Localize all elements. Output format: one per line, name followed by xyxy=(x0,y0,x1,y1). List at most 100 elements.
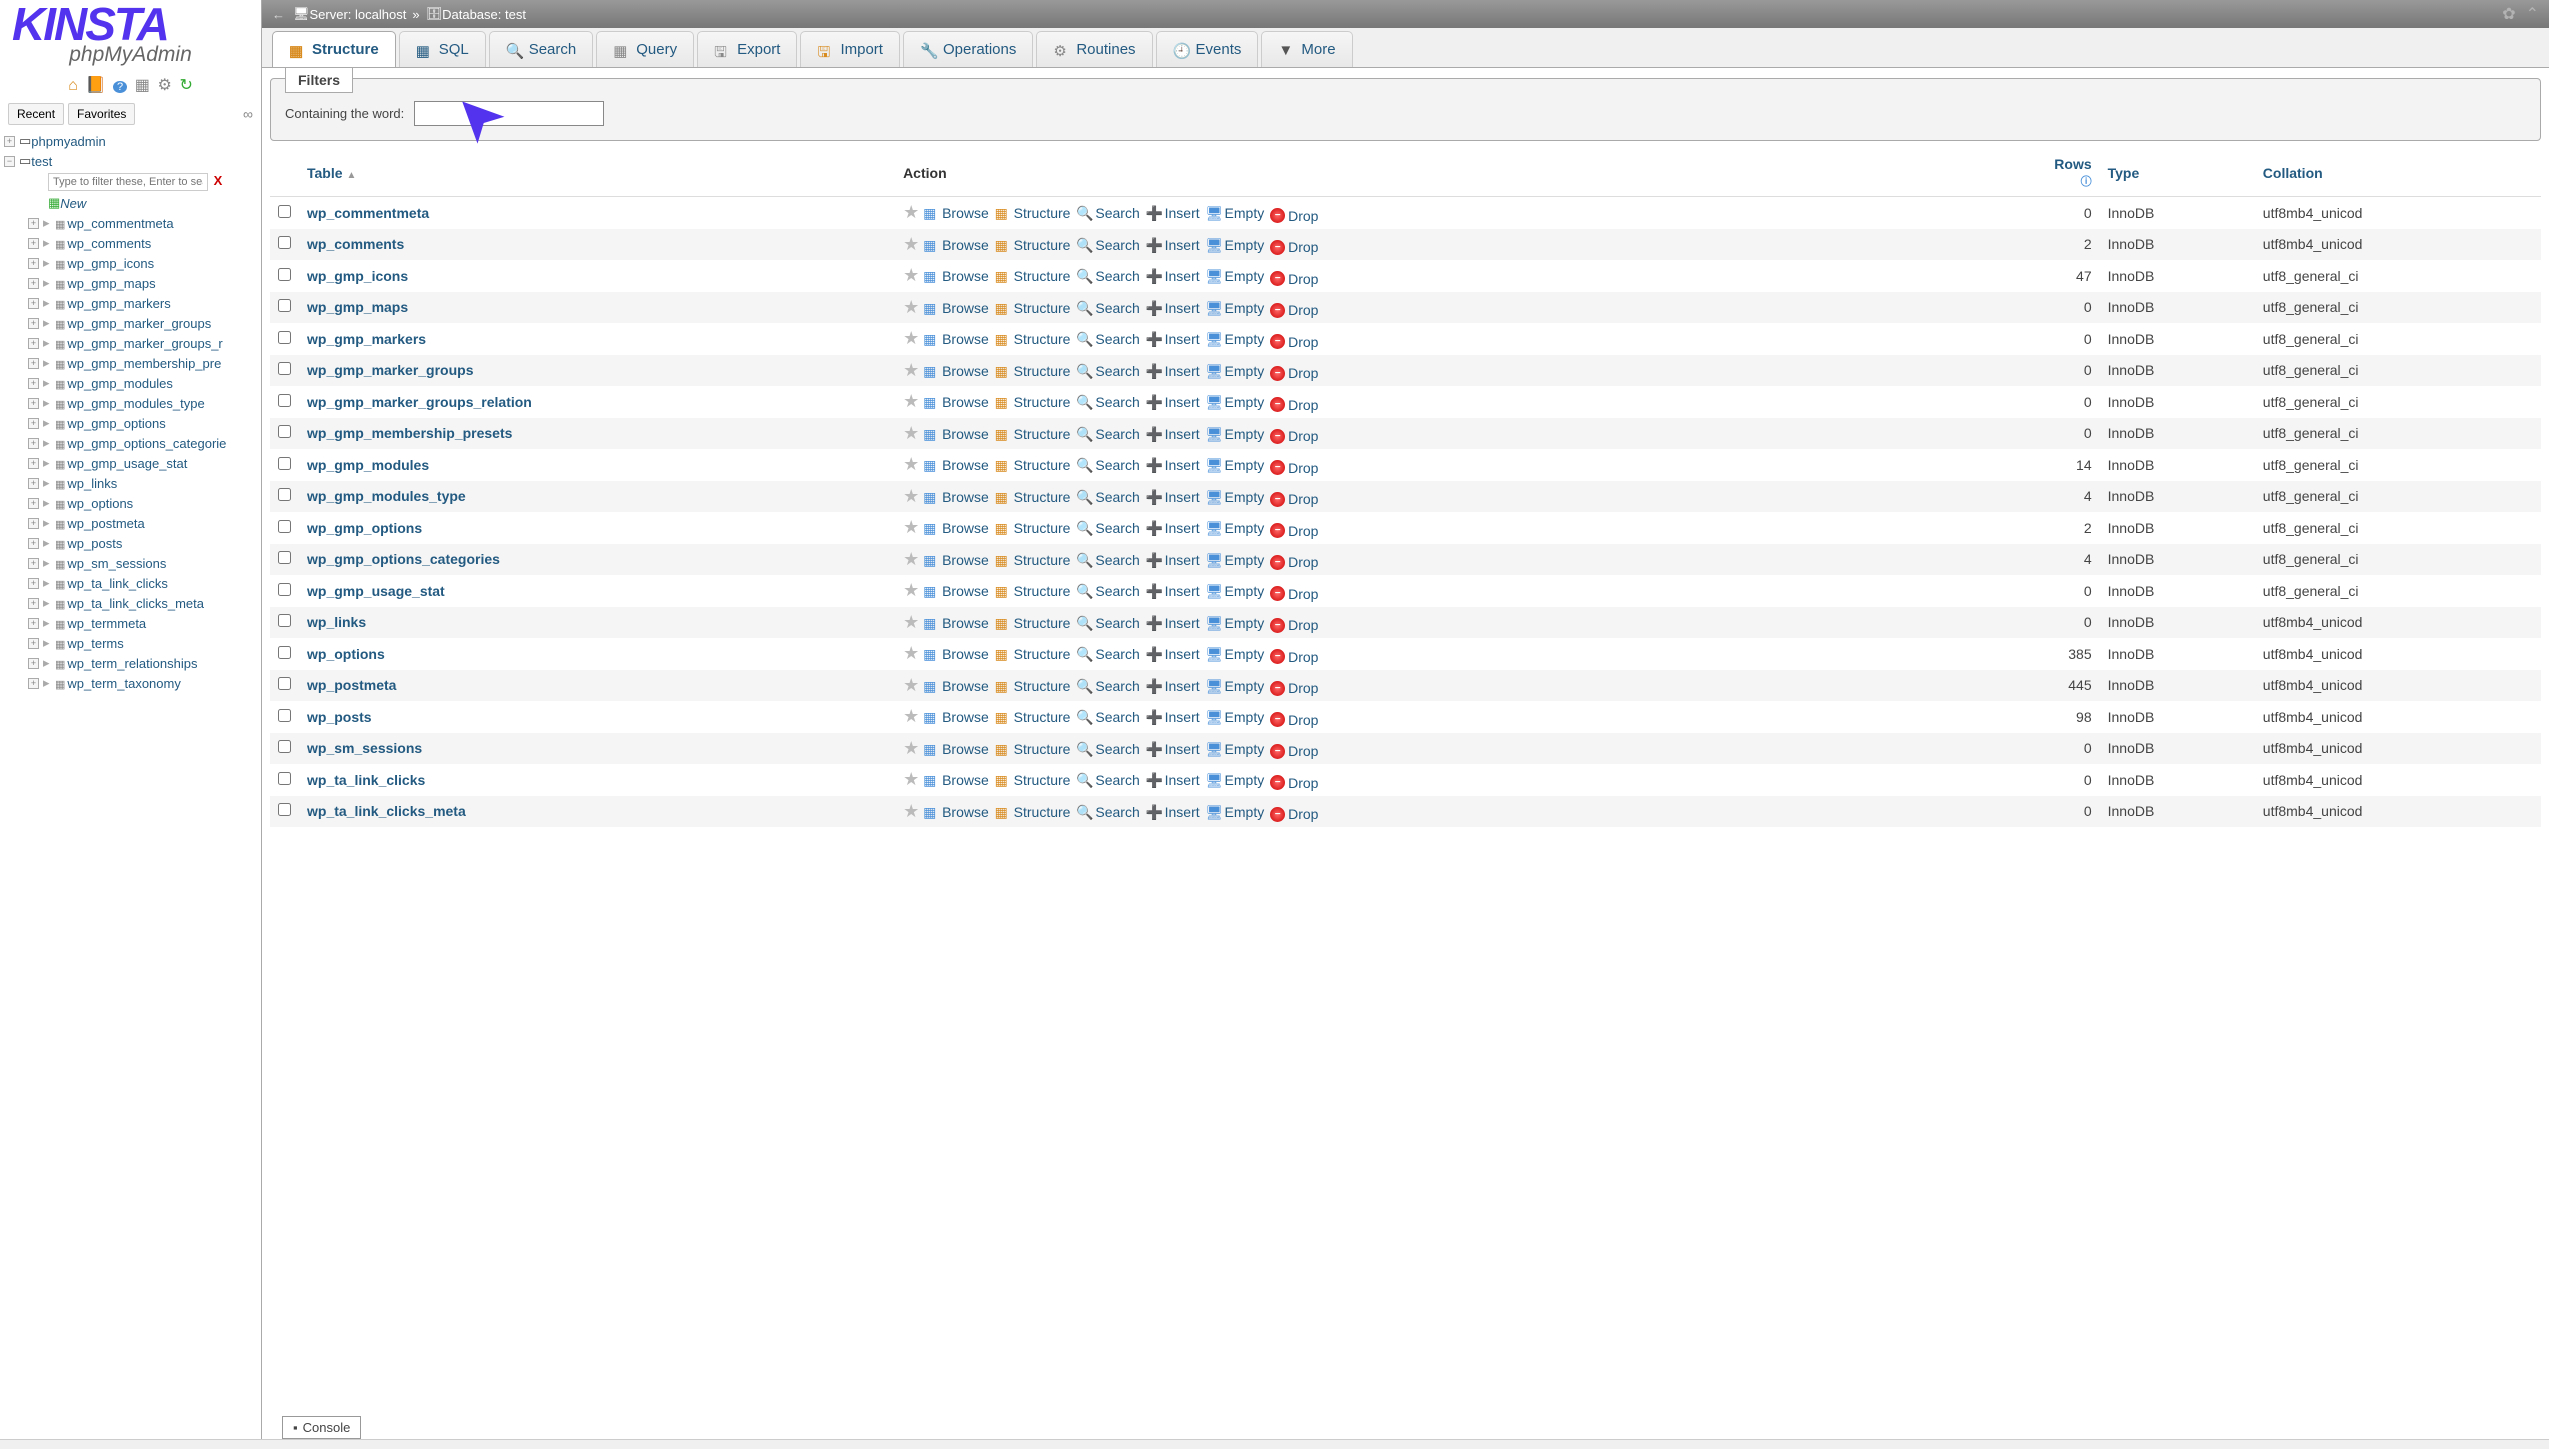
expand-icon[interactable]: ▸ xyxy=(43,295,55,311)
action-structure[interactable]: ▦Structure xyxy=(995,268,1071,284)
tree-table[interactable]: +▸wp_options xyxy=(0,493,261,513)
action-empty[interactable]: 🖥Empty xyxy=(1206,205,1265,221)
tree-table[interactable]: +▸wp_ta_link_clicks_meta xyxy=(0,593,261,613)
action-empty[interactable]: 🖥Empty xyxy=(1206,268,1265,284)
action-structure[interactable]: ▦Structure xyxy=(995,552,1071,568)
action-drop[interactable]: −Drop xyxy=(1270,397,1318,413)
action-structure[interactable]: ▦Structure xyxy=(995,520,1071,536)
row-checkbox[interactable] xyxy=(278,583,291,596)
expand-icon[interactable]: + xyxy=(28,518,39,529)
tree-table-label[interactable]: wp_gmp_modules_type xyxy=(67,396,204,411)
action-structure[interactable]: ▦Structure xyxy=(995,426,1071,442)
favorite-star-icon[interactable]: ★ xyxy=(903,706,919,726)
tree-table-label[interactable]: wp_gmp_membership_pre xyxy=(67,356,221,371)
action-browse[interactable]: ▦Browse xyxy=(923,804,989,820)
action-empty[interactable]: 🖥Empty xyxy=(1206,552,1265,568)
collapse-icon[interactable]: − xyxy=(4,156,15,167)
action-structure[interactable]: ▦Structure xyxy=(995,741,1071,757)
action-structure[interactable]: ▦Structure xyxy=(995,457,1071,473)
tree-table[interactable]: +▸wp_gmp_modules xyxy=(0,373,261,393)
action-insert[interactable]: ➕Insert xyxy=(1146,520,1200,536)
action-empty[interactable]: 🖥Empty xyxy=(1206,583,1265,599)
action-browse[interactable]: ▦Browse xyxy=(923,709,989,725)
action-empty[interactable]: 🖥Empty xyxy=(1206,331,1265,347)
tree-table[interactable]: +▸wp_comments xyxy=(0,233,261,253)
action-drop[interactable]: −Drop xyxy=(1270,806,1318,822)
tree-table[interactable]: +▸wp_terms xyxy=(0,633,261,653)
action-search[interactable]: 🔍Search xyxy=(1076,552,1139,568)
expand-icon[interactable]: ▸ xyxy=(43,575,55,591)
favorite-star-icon[interactable]: ★ xyxy=(903,202,919,222)
expand-icon[interactable]: ▸ xyxy=(43,255,55,271)
tab-events[interactable]: 🕘Events xyxy=(1156,31,1259,67)
tree-db[interactable]: − ▭ test xyxy=(0,151,261,171)
tab-routines[interactable]: ⚙Routines xyxy=(1036,31,1152,67)
expand-icon[interactable]: ▸ xyxy=(43,675,55,691)
row-checkbox[interactable] xyxy=(278,677,291,690)
tab-search[interactable]: 🔍Search xyxy=(489,31,594,67)
action-insert[interactable]: ➕Insert xyxy=(1146,237,1200,253)
action-empty[interactable]: 🖥Empty xyxy=(1206,426,1265,442)
expand-icon[interactable]: ▸ xyxy=(43,355,55,371)
favorite-star-icon[interactable]: ★ xyxy=(903,517,919,537)
tab-more[interactable]: ▼More xyxy=(1261,31,1352,67)
logout-icon[interactable] xyxy=(85,77,105,94)
action-browse[interactable]: ▦Browse xyxy=(923,457,989,473)
expand-icon[interactable]: + xyxy=(28,558,39,569)
expand-icon[interactable]: + xyxy=(28,238,39,249)
action-drop[interactable]: −Drop xyxy=(1270,586,1318,602)
action-insert[interactable]: ➕Insert xyxy=(1146,457,1200,473)
action-insert[interactable]: ➕Insert xyxy=(1146,300,1200,316)
action-structure[interactable]: ▦Structure xyxy=(995,678,1071,694)
action-browse[interactable]: ▦Browse xyxy=(923,615,989,631)
tree-table[interactable]: +▸wp_gmp_maps xyxy=(0,273,261,293)
tree-table[interactable]: +▸wp_termmeta xyxy=(0,613,261,633)
row-checkbox[interactable] xyxy=(278,709,291,722)
table-name-link[interactable]: wp_commentmeta xyxy=(307,205,429,221)
action-browse[interactable]: ▦Browse xyxy=(923,237,989,253)
clear-filter-icon[interactable]: X xyxy=(214,173,223,188)
action-search[interactable]: 🔍Search xyxy=(1076,331,1139,347)
action-insert[interactable]: ➕Insert xyxy=(1146,804,1200,820)
row-checkbox[interactable] xyxy=(278,520,291,533)
row-checkbox[interactable] xyxy=(278,614,291,627)
table-name-link[interactable]: wp_gmp_markers xyxy=(307,331,426,347)
action-search[interactable]: 🔍Search xyxy=(1076,394,1139,410)
expand-icon[interactable]: + xyxy=(28,458,39,469)
action-drop[interactable]: −Drop xyxy=(1270,649,1318,665)
expand-icon[interactable]: ▸ xyxy=(43,455,55,471)
action-browse[interactable]: ▦Browse xyxy=(923,520,989,536)
tree-table-label[interactable]: wp_ta_link_clicks_meta xyxy=(67,596,204,611)
favorite-star-icon[interactable]: ★ xyxy=(903,234,919,254)
action-structure[interactable]: ▦Structure xyxy=(995,615,1071,631)
tree-table[interactable]: +▸wp_gmp_marker_groups_r xyxy=(0,333,261,353)
expand-icon[interactable]: + xyxy=(28,658,39,669)
expand-icon[interactable]: + xyxy=(28,378,39,389)
expand-icon[interactable]: + xyxy=(28,298,39,309)
tree-table[interactable]: +▸wp_ta_link_clicks xyxy=(0,573,261,593)
action-structure[interactable]: ▦Structure xyxy=(995,709,1071,725)
row-checkbox[interactable] xyxy=(278,394,291,407)
favorite-star-icon[interactable]: ★ xyxy=(903,297,919,317)
action-browse[interactable]: ▦Browse xyxy=(923,678,989,694)
action-browse[interactable]: ▦Browse xyxy=(923,583,989,599)
expand-icon[interactable]: + xyxy=(28,218,39,229)
tree-table-label[interactable]: wp_comments xyxy=(67,236,151,251)
tree-table-label[interactable]: wp_gmp_options_categorie xyxy=(67,436,226,451)
action-search[interactable]: 🔍Search xyxy=(1076,363,1139,379)
table-name-link[interactable]: wp_gmp_maps xyxy=(307,299,408,315)
action-empty[interactable]: 🖥Empty xyxy=(1206,394,1265,410)
expand-icon[interactable]: + xyxy=(28,478,39,489)
action-structure[interactable]: ▦Structure xyxy=(995,394,1071,410)
action-search[interactable]: 🔍Search xyxy=(1076,646,1139,662)
link-icon[interactable]: ∞ xyxy=(243,106,253,122)
tree-table-label[interactable]: wp_gmp_modules xyxy=(67,376,173,391)
action-insert[interactable]: ➕Insert xyxy=(1146,489,1200,505)
table-name-link[interactable]: wp_gmp_icons xyxy=(307,268,408,284)
action-search[interactable]: 🔍Search xyxy=(1076,205,1139,221)
tab-sql[interactable]: ▦SQL xyxy=(399,31,486,67)
expand-icon[interactable]: ▸ xyxy=(43,615,55,631)
settings-icon[interactable] xyxy=(157,77,171,94)
action-search[interactable]: 🔍Search xyxy=(1076,583,1139,599)
action-search[interactable]: 🔍Search xyxy=(1076,804,1139,820)
